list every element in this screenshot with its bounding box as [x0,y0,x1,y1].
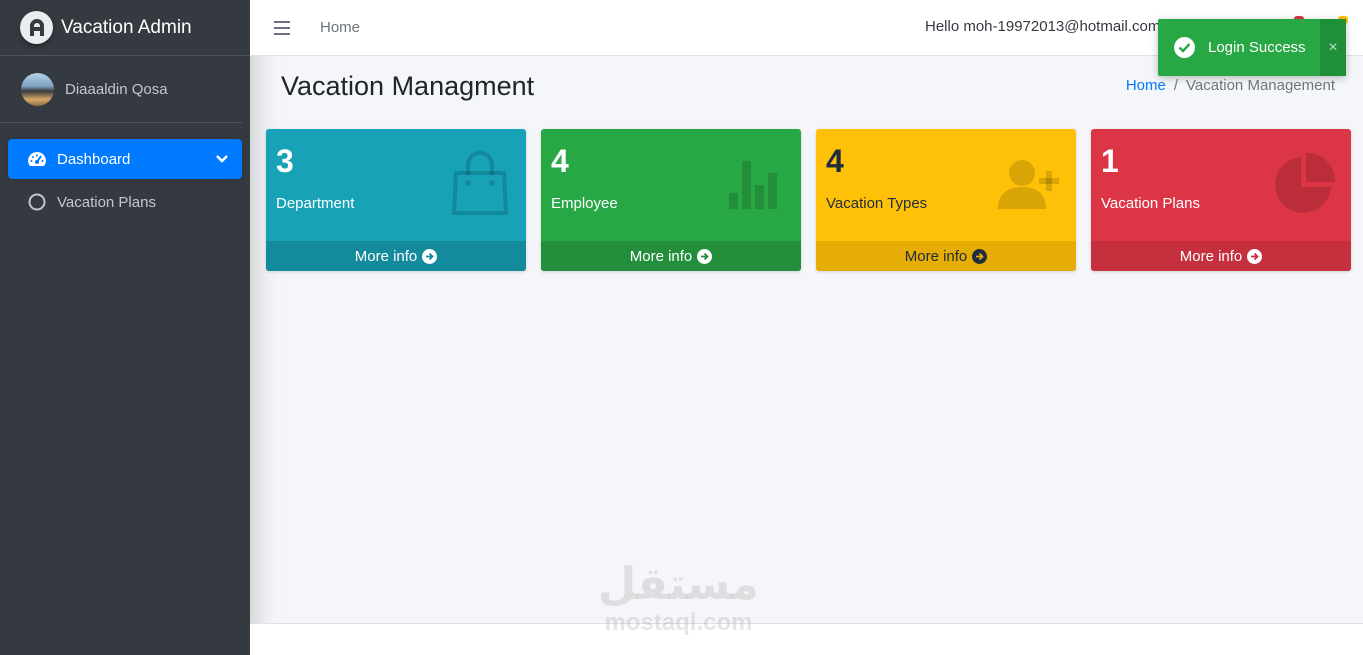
more-info-link[interactable]: More info [266,241,526,271]
arrow-circle-right-icon [1247,248,1263,264]
arrow-circle-right-icon [972,248,988,264]
check-circle-icon [1174,37,1195,58]
info-box-employee: 4 Employee More info [541,129,801,271]
top-home-link[interactable]: Home [320,19,360,36]
box-count: 4 [551,143,569,179]
user-name: Diaaaldin Qosa [65,80,168,98]
box-label: Vacation Plans [1101,195,1200,212]
more-info-label: More info [1179,247,1243,265]
watermark-arabic: مستقل [598,560,759,609]
login-toast: Login Success × [1158,19,1346,76]
info-box-vacation-types: 4 Vacation Types More info [816,129,1076,271]
box-count: 1 [1101,143,1119,179]
more-info-label: More info [354,247,418,265]
more-info-link[interactable]: More info [1091,241,1351,271]
user-greeting: Hello moh-19972013@hotmail.com [925,18,1161,35]
user-panel[interactable]: Diaaaldin Qosa [0,56,242,123]
info-box-department: 3 Department More info [266,129,526,271]
breadcrumb: Home / Vacation Management [1126,77,1335,94]
arrow-circle-right-icon [697,248,713,264]
more-info-label: More info [904,247,968,265]
watermark-latin: mostaql.com [604,609,753,636]
more-info-link[interactable]: More info [816,241,1076,271]
sidebar-item-label: Dashboard [57,150,131,168]
shopping-bag-icon [448,151,512,220]
arrow-circle-right-icon [422,248,438,264]
page-title: Vacation Managment [281,71,535,101]
pie-chart-icon [1273,151,1337,220]
user-plus-icon [996,151,1062,220]
toast-message: Login Success [1208,39,1306,56]
sidebar-nav: Dashboard Vacation Plans [0,123,250,222]
sidebar-item-vacation-plans[interactable]: Vacation Plans [8,182,242,222]
tachometer-icon [27,149,47,169]
brand-logo-icon [20,11,53,44]
sidebar: Vacation Admin Diaaaldin Qosa Dashboard … [0,0,250,655]
circle-icon [27,192,47,212]
box-label: Vacation Types [826,195,928,212]
bar-chart-icon [723,151,787,220]
box-label: Department [276,195,355,212]
menu-toggle-icon[interactable] [274,20,290,35]
page-footer [250,623,1363,655]
box-count: 4 [826,143,844,179]
breadcrumb-separator: / [1173,77,1179,94]
sidebar-item-dashboard[interactable]: Dashboard [8,139,242,179]
brand-link[interactable]: Vacation Admin [0,0,250,56]
breadcrumb-home[interactable]: Home [1126,77,1166,94]
sidebar-item-label: Vacation Plans [57,193,156,211]
watermark: مستقل mostaql.com [598,560,759,636]
box-count: 3 [276,143,294,179]
chevron-down-icon [216,151,228,168]
close-icon[interactable]: × [1320,19,1346,76]
info-box-vacation-plans: 1 Vacation Plans More info [1091,129,1351,271]
more-info-link[interactable]: More info [541,241,801,271]
breadcrumb-current: Vacation Management [1186,77,1335,94]
more-info-label: More info [629,247,693,265]
brand-text: Vacation Admin [61,16,192,38]
box-label: Employee [551,195,618,212]
avatar [21,72,54,106]
